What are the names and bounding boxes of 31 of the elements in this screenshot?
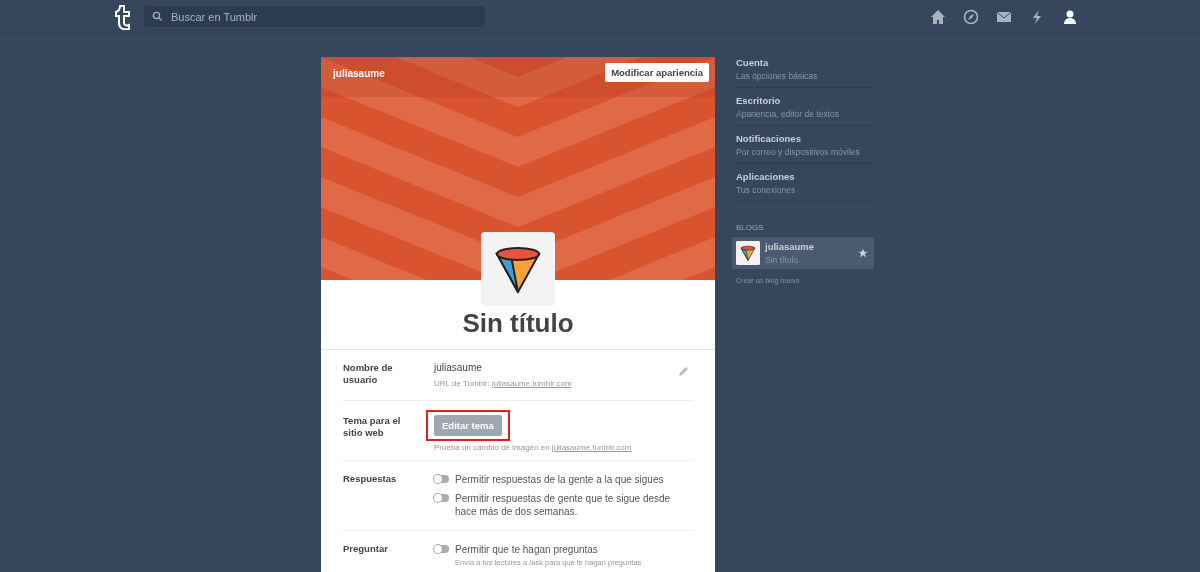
setting-label: Respuestas — [343, 473, 398, 486]
compass-icon[interactable] — [963, 8, 979, 25]
blog-avatar-icon — [736, 241, 760, 265]
sidebar-item[interactable]: Notificaciones Por correo y dispositivos móviles — [736, 133, 874, 164]
theme-hint: Prueba un cambio de imagen en juliasaume.tumblr.com — [434, 443, 632, 452]
avatar-icon — [481, 232, 555, 306]
customize-button[interactable]: Modificar apariencia — [605, 63, 709, 82]
search-icon — [152, 11, 163, 22]
sidebar-item[interactable]: Cuenta Las opciones básicas — [736, 57, 874, 88]
home-icon[interactable] — [930, 8, 946, 25]
setting-label: Preguntar — [343, 543, 389, 556]
toggle-label: Permitir respuestas de gente que te sigue desde hace más de dos semanas. — [455, 492, 672, 518]
search-field[interactable]: Buscar en Tumblr — [144, 6, 485, 27]
setting-label: Tema para el sitio web — [343, 415, 402, 440]
account-icon[interactable] — [1062, 8, 1078, 25]
sidebar-item[interactable]: Escritorio Apariencia, editor de textos — [736, 95, 874, 126]
setting-label: Nombre de usuario — [343, 362, 394, 387]
star-icon[interactable] — [858, 248, 868, 258]
search-input[interactable]: Buscar en Tumblr — [169, 9, 477, 24]
blog-name: juliasaume — [765, 241, 816, 252]
toggle-switch[interactable] — [434, 475, 449, 483]
toggle-label: Permitir respuestas de la gente a la que sigues — [455, 473, 665, 486]
sidebar-item[interactable]: Aplicaciones Tus conexiones — [736, 171, 874, 202]
blog-name: juliasaume — [333, 68, 385, 79]
toggle-switch[interactable] — [434, 545, 449, 553]
url-text: URL de Tumblr: juliasaume.tumblr.com — [434, 379, 572, 388]
toggle-switch[interactable] — [434, 494, 449, 502]
blogs-heading: BLOGS — [736, 223, 765, 232]
toggle-label: Permitir que te hagan preguntas — [455, 543, 599, 556]
blog-title: Sin título — [321, 308, 715, 350]
username-value: juliasaume — [434, 362, 482, 373]
